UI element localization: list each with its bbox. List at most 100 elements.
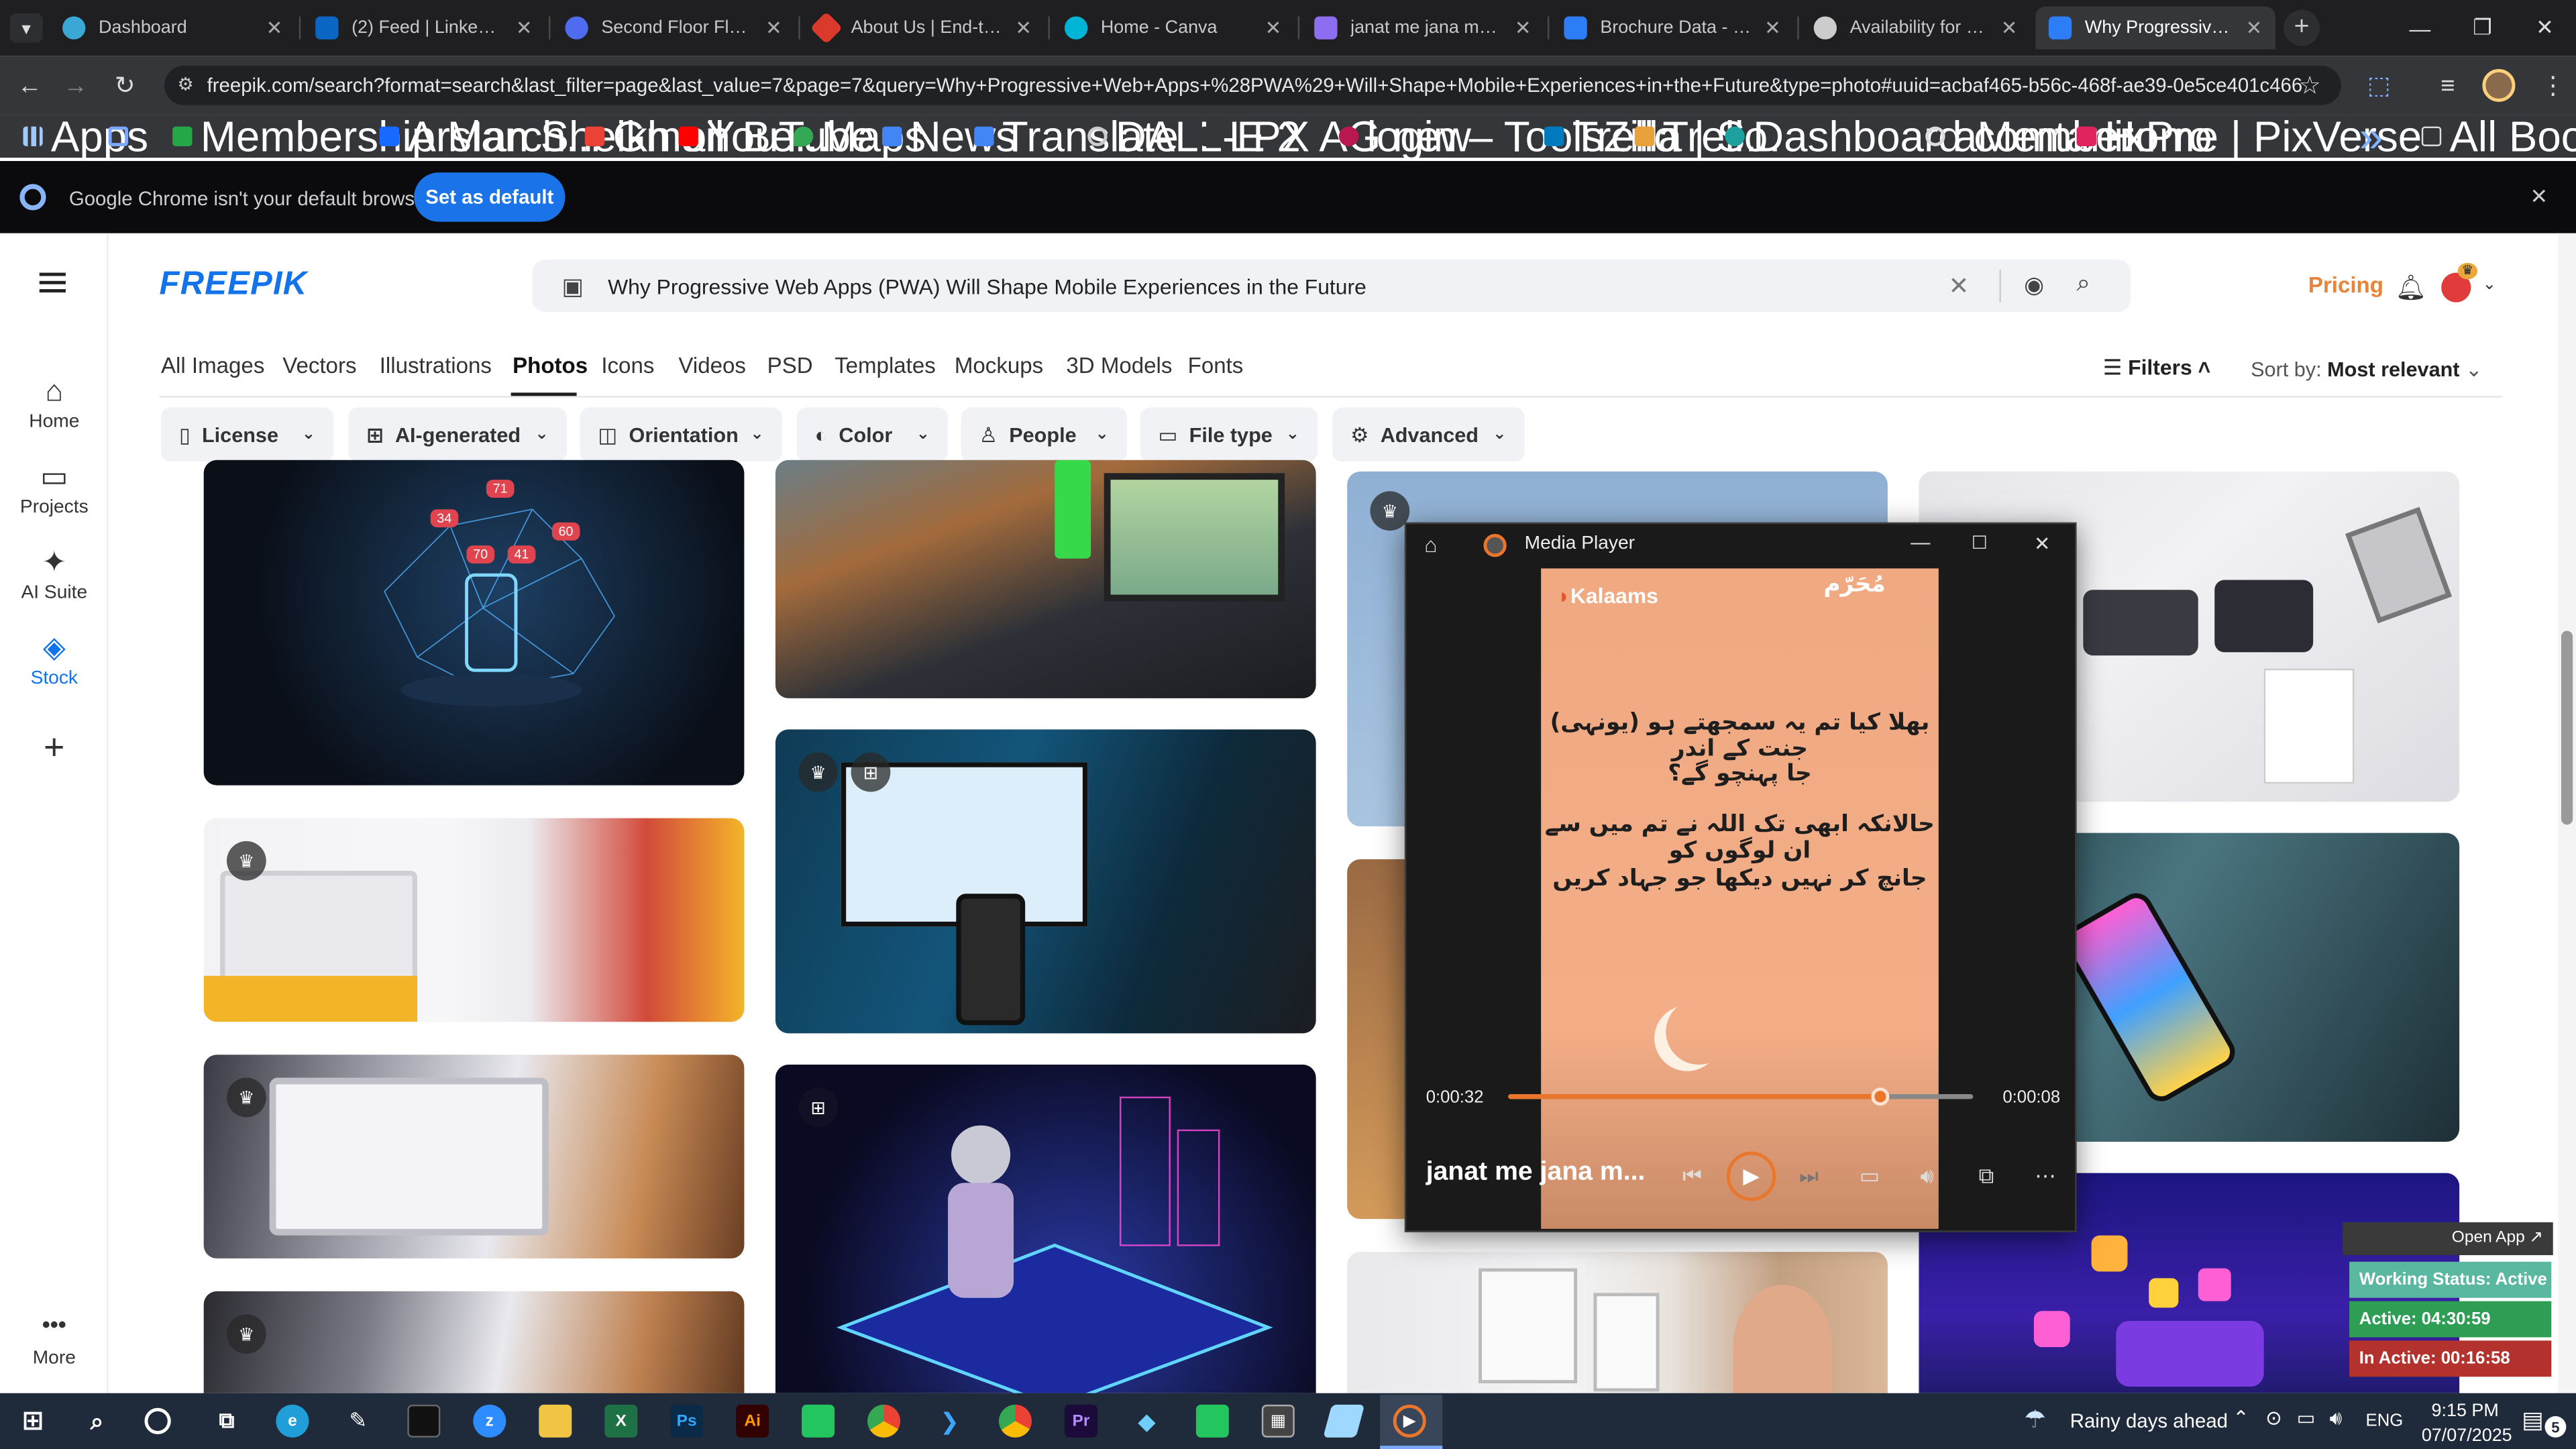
filter-advanced[interactable]: ⚙ Advanced ⌄ bbox=[1332, 407, 1525, 462]
chevron-down-icon[interactable]: ⌄ bbox=[2482, 276, 2496, 294]
filter-color[interactable]: ◐ Color ⌄ bbox=[796, 407, 949, 462]
windows-start-icon[interactable]: ⊞ bbox=[16, 1405, 49, 1438]
tray-app-icon[interactable]: ⊙ bbox=[2265, 1406, 2282, 1429]
calculator-icon[interactable]: ▦ bbox=[1261, 1404, 1295, 1438]
ai-generated-icon[interactable]: ⊞ bbox=[851, 752, 891, 792]
premiere-icon[interactable]: Pr bbox=[1064, 1404, 1097, 1438]
tab-linkedin[interactable]: (2) Feed | LinkedIn ✕ bbox=[303, 7, 545, 50]
filter-orientation[interactable]: ◫ Orientation ⌄ bbox=[580, 407, 782, 462]
clear-search-icon[interactable]: ✕ bbox=[1949, 271, 1970, 301]
all-bookmarks-folder[interactable]: All Bookmarks bbox=[2421, 111, 2576, 160]
result-image[interactable] bbox=[1347, 1252, 1888, 1393]
result-image[interactable]: ♛ bbox=[203, 1291, 745, 1393]
premium-crown-icon[interactable]: ♛ bbox=[1370, 491, 1410, 531]
tab-brochure[interactable]: Brochure Data - Goo ✕ bbox=[1551, 7, 1794, 50]
filters-toggle[interactable]: ☰ Filters ˄ bbox=[2103, 355, 2210, 381]
weather-text[interactable]: Rainy days ahead bbox=[2070, 1409, 2228, 1432]
cortana-icon[interactable] bbox=[144, 1407, 171, 1434]
hamburger-menu-icon[interactable] bbox=[39, 272, 66, 292]
notification-center-icon[interactable]: ▤ bbox=[2522, 1406, 2543, 1434]
more-icon[interactable]: ••• bbox=[0, 1311, 109, 1337]
profile-avatar[interactable] bbox=[2482, 68, 2516, 102]
search-input[interactable]: ▣ Why Progressive Web Apps (PWA) Will Sh… bbox=[532, 259, 2131, 313]
terminal-icon[interactable] bbox=[407, 1404, 441, 1438]
tab-all-images[interactable]: All Images bbox=[161, 354, 264, 378]
tab-photos[interactable]: Photos bbox=[513, 354, 588, 378]
reading-list-icon[interactable]: ≡ bbox=[2428, 66, 2468, 105]
camera-search-icon[interactable]: ◉ bbox=[2024, 271, 2044, 299]
result-image[interactable]: ♛ ⊞ bbox=[775, 729, 1316, 1034]
tab-janat[interactable]: janat me jana mumki ✕ bbox=[1301, 7, 1544, 50]
close-tab-icon[interactable]: ✕ bbox=[2246, 16, 2263, 39]
app-icon-green-2[interactable] bbox=[1195, 1404, 1229, 1438]
tab-freepik-active[interactable]: Why Progressive We ✕ bbox=[2035, 6, 2275, 50]
result-image[interactable]: ⊞ bbox=[775, 1064, 1316, 1393]
volume-icon[interactable]: 🔊︎ bbox=[2330, 1406, 2343, 1431]
file-explorer-icon[interactable] bbox=[539, 1404, 572, 1438]
chrome-menu-icon[interactable]: ⋮ bbox=[2533, 66, 2573, 105]
image-type-icon[interactable]: ▣ bbox=[562, 273, 584, 301]
clock-date[interactable]: 07/07/2025 bbox=[2422, 1426, 2512, 1446]
nav-projects[interactable]: ▭ Projects bbox=[0, 460, 109, 518]
search-icon[interactable]: ⌕ bbox=[80, 1405, 113, 1438]
tab-illustrations[interactable]: Illustrations bbox=[380, 354, 492, 378]
tab-vectors[interactable]: Vectors bbox=[282, 354, 356, 378]
close-tab-icon[interactable]: ✕ bbox=[1265, 16, 1282, 39]
app-icon-green[interactable] bbox=[802, 1404, 835, 1438]
close-tab-icon[interactable]: ✕ bbox=[765, 16, 782, 39]
close-tab-icon[interactable]: ✕ bbox=[516, 16, 533, 39]
media-player-taskbar-icon[interactable]: ▶ bbox=[1393, 1404, 1426, 1438]
forward-icon[interactable]: → bbox=[56, 66, 95, 105]
result-image[interactable]: ♛ bbox=[203, 1055, 745, 1258]
close-tab-icon[interactable]: ✕ bbox=[1515, 16, 1532, 39]
address-bar[interactable]: ⚙ freepik.com/search?format=search&last_… bbox=[164, 65, 2341, 105]
close-tab-icon[interactable]: ✕ bbox=[1015, 16, 1032, 39]
result-image[interactable] bbox=[775, 460, 1316, 698]
nav-home[interactable]: ⌂ Home bbox=[0, 374, 109, 432]
tab-canva[interactable]: Home - Canva ✕ bbox=[1051, 7, 1294, 50]
tab-fonts[interactable]: Fonts bbox=[1188, 354, 1244, 378]
close-tab-icon[interactable]: ✕ bbox=[1764, 16, 1781, 39]
app-icon-diamond[interactable]: ◆ bbox=[1130, 1405, 1163, 1438]
photoshop-icon[interactable]: Ps bbox=[670, 1404, 704, 1438]
close-window-icon[interactable]: ✕ bbox=[2514, 0, 2576, 56]
vscode-icon[interactable]: ❯ bbox=[933, 1405, 966, 1438]
filter-file-type[interactable]: ▭ File type ⌄ bbox=[1140, 407, 1318, 462]
result-image[interactable]: ♛ bbox=[203, 818, 745, 1022]
site-info-icon[interactable]: ⚙ bbox=[177, 74, 193, 95]
excel-icon[interactable]: X bbox=[604, 1404, 638, 1438]
bookmark-grid[interactable] bbox=[108, 121, 129, 151]
freepik-logo[interactable]: FREEPIK bbox=[160, 266, 308, 304]
tab-mockups[interactable]: Mockups bbox=[955, 354, 1043, 378]
tab-second-floor[interactable]: Second Floor Flat For ✕ bbox=[552, 7, 795, 50]
search-icon[interactable]: ⌕ bbox=[2077, 270, 2091, 298]
restore-window-icon[interactable]: ❐ bbox=[2451, 0, 2514, 56]
add-icon[interactable]: + bbox=[0, 726, 109, 769]
close-tab-icon[interactable]: ✕ bbox=[2001, 16, 2018, 39]
tab-search-icon[interactable]: ▾ bbox=[9, 13, 43, 43]
close-window-icon[interactable]: ✕ bbox=[2034, 532, 2051, 555]
play-button[interactable]: ▶ bbox=[1726, 1151, 1776, 1201]
nav-stock[interactable]: ◈ Stock bbox=[0, 631, 109, 688]
tab-videos[interactable]: Videos bbox=[678, 354, 746, 378]
result-image[interactable]: 71 34 60 70 41 bbox=[203, 460, 745, 786]
nav-ai-suite[interactable]: ✦ AI Suite bbox=[0, 545, 109, 603]
premium-crown-icon[interactable]: ♛ bbox=[226, 1314, 266, 1354]
scrollbar-thumb[interactable] bbox=[2561, 631, 2573, 825]
task-view-icon[interactable]: ⧉ bbox=[210, 1405, 243, 1438]
tray-expand-icon[interactable]: ⌃ bbox=[2233, 1406, 2249, 1429]
premium-crown-icon[interactable]: ♛ bbox=[226, 1077, 266, 1118]
home-icon[interactable]: ⌂ bbox=[1424, 532, 1437, 557]
reload-icon[interactable]: ↻ bbox=[105, 66, 145, 105]
open-app-button[interactable]: Open App ↗ bbox=[2343, 1222, 2553, 1256]
close-notice-icon[interactable]: ✕ bbox=[2530, 184, 2548, 210]
language-indicator[interactable]: ENG bbox=[2366, 1411, 2404, 1431]
bookmark-apps[interactable]: Apps bbox=[23, 111, 148, 160]
pen-icon[interactable]: ✎ bbox=[341, 1405, 374, 1438]
maximize-window-icon[interactable]: ☐ bbox=[1972, 532, 1988, 553]
volume-icon[interactable]: 🔊︎ bbox=[1909, 1159, 1945, 1195]
edge-icon[interactable]: e bbox=[276, 1404, 309, 1438]
back-icon[interactable]: ← bbox=[10, 66, 50, 105]
chrome-profile-icon[interactable] bbox=[998, 1404, 1032, 1438]
mini-view-icon[interactable]: ⧉ bbox=[1968, 1159, 2004, 1195]
